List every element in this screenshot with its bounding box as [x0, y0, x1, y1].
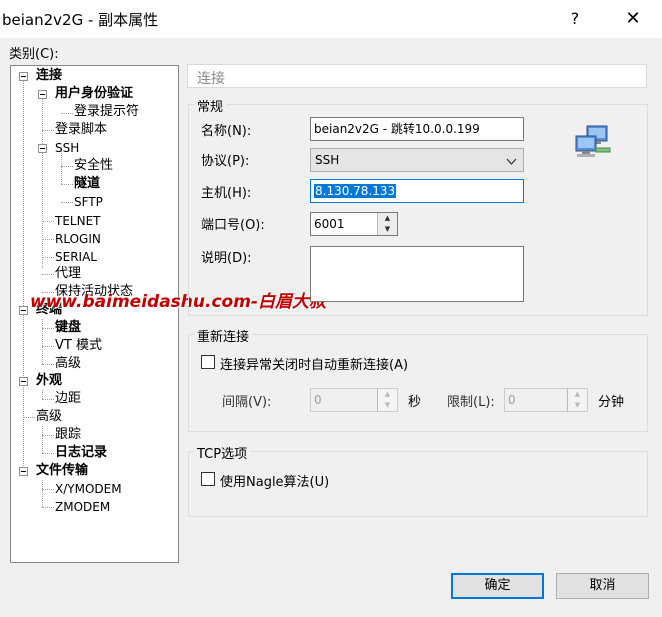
- ok-button[interactable]: 确定: [451, 573, 544, 599]
- tree-item-proxy[interactable]: 代理: [55, 265, 81, 283]
- port-label: 端口号(O):: [201, 218, 265, 233]
- tree-item-login-prompts[interactable]: 登录提示符: [74, 103, 139, 121]
- port-spin-up-icon[interactable]: ▲: [378, 213, 397, 224]
- tcp-group-title: TCP选项: [194, 443, 251, 462]
- protocol-select[interactable]: SSH: [310, 148, 524, 172]
- interval-label: 间隔(V):: [222, 395, 272, 410]
- panel-title: 连接: [197, 71, 225, 87]
- tree-item-advanced[interactable]: 高级: [36, 408, 62, 426]
- expander-file-transfer-icon[interactable]: [19, 467, 28, 476]
- description-textarea[interactable]: [310, 246, 524, 302]
- name-field[interactable]: beian2v2G - 跳转10.0.0.199: [310, 117, 524, 141]
- interval-spinner: ▲ ▼: [377, 389, 397, 411]
- tree-item-login-script[interactable]: 登录脚本: [55, 121, 107, 139]
- limit-spin-down-icon: ▼: [568, 400, 587, 411]
- tree-item-serial[interactable]: SERIAL: [55, 248, 97, 266]
- name-label: 名称(N):: [201, 124, 252, 139]
- port-value: 6001: [314, 217, 345, 231]
- expander-terminal-icon[interactable]: [19, 306, 28, 315]
- seconds-unit: 秒: [408, 395, 422, 410]
- close-button[interactable]: ✕: [618, 6, 648, 32]
- expander-auth-icon[interactable]: [38, 90, 47, 99]
- description-label: 说明(D):: [201, 251, 252, 266]
- tree-item-logging[interactable]: 日志记录: [55, 444, 107, 462]
- auto-reconnect-checkbox[interactable]: [201, 355, 215, 369]
- port-spin-down-icon[interactable]: ▼: [378, 224, 397, 235]
- tree-item-tunnel[interactable]: 隧道: [74, 175, 100, 193]
- expander-ssh-icon[interactable]: [38, 144, 47, 153]
- tree-item-file-transfer[interactable]: 文件传输: [36, 462, 88, 480]
- window-title: beian2v2G - 副本属性: [2, 11, 159, 29]
- host-value: 8.130.78.133: [314, 184, 397, 198]
- tree-item-rlogin[interactable]: RLOGIN: [55, 230, 101, 248]
- tree-item-ssh[interactable]: SSH: [55, 139, 79, 157]
- interval-field: 0 ▲ ▼: [310, 388, 398, 412]
- port-field[interactable]: 6001 ▲ ▼: [310, 212, 398, 236]
- help-button[interactable]: ?: [560, 6, 590, 32]
- interval-spin-down-icon: ▼: [378, 400, 397, 411]
- host-label: 主机(H):: [201, 186, 252, 201]
- tree-item-advanced-terminal[interactable]: 高级: [55, 355, 81, 373]
- tree-item-margin[interactable]: 边距: [55, 390, 81, 408]
- cancel-button[interactable]: 取消: [556, 573, 649, 599]
- tree-item-connection[interactable]: 连接: [36, 67, 62, 85]
- limit-spin-up-icon: ▲: [568, 389, 587, 400]
- tree-item-security[interactable]: 安全性: [74, 157, 113, 175]
- interval-spin-up-icon: ▲: [378, 389, 397, 400]
- limit-field: 0 ▲ ▼: [504, 388, 588, 412]
- tree-item-keyboard[interactable]: 键盘: [55, 319, 81, 337]
- reconnect-group-title: 重新连接: [194, 326, 253, 345]
- limit-spinner: ▲ ▼: [567, 389, 587, 411]
- protocol-value: SSH: [315, 153, 340, 167]
- network-computers-icon: [574, 124, 612, 160]
- nagle-checkbox[interactable]: [201, 472, 215, 486]
- panel-header: 连接: [187, 64, 647, 88]
- tree-item-telnet[interactable]: TELNET: [55, 212, 101, 230]
- port-spinner[interactable]: ▲ ▼: [377, 213, 397, 235]
- tree-item-vt-mode[interactable]: VT 模式: [55, 337, 102, 355]
- limit-value: 0: [508, 393, 516, 407]
- interval-value: 0: [314, 393, 322, 407]
- limit-label: 限制(L):: [447, 395, 495, 410]
- category-label: 类别(C):: [9, 47, 59, 62]
- reconnect-group: [188, 334, 648, 432]
- tree-item-trace[interactable]: 跟踪: [55, 426, 81, 444]
- chevron-down-icon: [506, 153, 517, 175]
- nagle-label: 使用Nagle算法(U): [220, 475, 330, 490]
- tree-item-auth[interactable]: 用户身份验证: [55, 85, 133, 103]
- expander-connection-icon[interactable]: [19, 72, 28, 81]
- title-bar: beian2v2G - 副本属性 ? ✕: [0, 0, 662, 38]
- tree-item-zmodem[interactable]: ZMODEM: [55, 498, 110, 516]
- tree-item-xymodem[interactable]: X/YMODEM: [55, 480, 122, 498]
- protocol-label: 协议(P):: [201, 154, 250, 169]
- minutes-unit: 分钟: [598, 395, 625, 410]
- tree-item-sftp[interactable]: SFTP: [74, 193, 103, 211]
- general-group-title: 常规: [194, 96, 227, 115]
- host-field[interactable]: 8.130.78.133: [310, 179, 524, 203]
- tree-item-appearance[interactable]: 外观: [36, 372, 62, 390]
- auto-reconnect-label: 连接异常关闭时自动重新连接(A): [220, 358, 409, 373]
- expander-appearance-icon[interactable]: [19, 377, 28, 386]
- category-tree[interactable]: 连接 用户身份验证 登录提示符 登录脚本 SSH 安全性 隧道 SFTP TEL…: [10, 65, 179, 563]
